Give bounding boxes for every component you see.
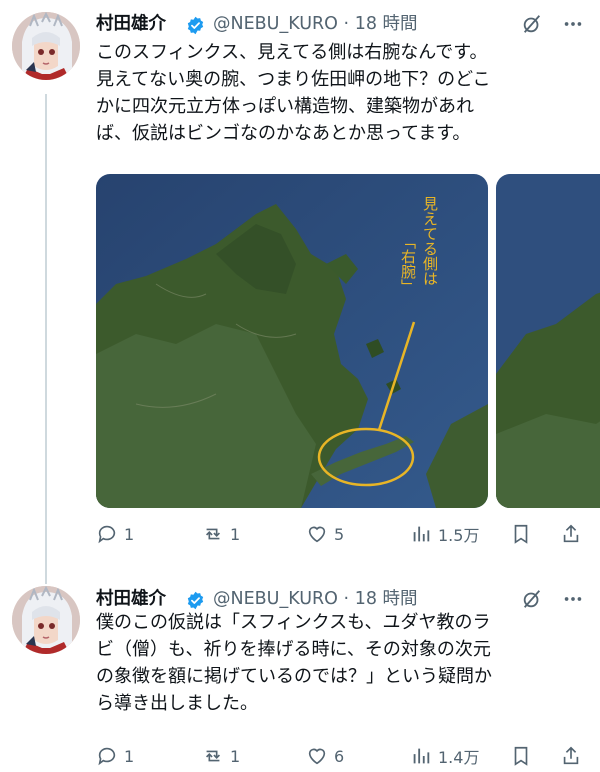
- share-button[interactable]: [560, 743, 582, 769]
- more-icon[interactable]: [562, 588, 584, 610]
- like-button[interactable]: 6: [306, 743, 344, 769]
- views-count: 1.4万: [438, 748, 480, 767]
- share-icon: [563, 524, 579, 543]
- tweet[interactable]: 村田雄介 @NEBU_KURO · 18 時間 このスフィンクス、見えてる側は右…: [0, 0, 600, 560]
- verified-badge-icon: [187, 16, 204, 35]
- bookmark-icon: [514, 746, 528, 766]
- bookmark-icon: [514, 524, 528, 544]
- map-image[interactable]: 見えてる側は 「右腕」: [96, 174, 488, 508]
- tweet[interactable]: 村田雄介 @NEBU_KURO · 18 時間 僕のこの仮説は「スフィンクスも、…: [0, 575, 600, 772]
- like-count: 5: [334, 524, 345, 544]
- grok-icon[interactable]: [521, 13, 543, 35]
- avatar[interactable]: [12, 586, 80, 654]
- views-icon: [413, 526, 430, 542]
- annotation-text: 「右腕」: [399, 234, 417, 294]
- tweet-text-line: 見えてない奥の腕、つまり佐田岬の地下？のどこ: [96, 69, 491, 90]
- retweet-button[interactable]: 1: [202, 743, 240, 769]
- views-button[interactable]: 1.4万: [410, 743, 479, 769]
- author-handle[interactable]: @NEBU_KURO: [213, 589, 338, 609]
- retweet-count: 1: [230, 746, 241, 766]
- tweet-text: このスフィンクス、見えてる側は右腕なんです。 見えてない奥の腕、つまり佐田岬の地…: [96, 39, 596, 147]
- tweet-actions: 1 1 6 1.4万: [96, 743, 596, 769]
- separator-dot: ·: [343, 14, 350, 34]
- reply-button[interactable]: 1: [96, 521, 134, 547]
- heart-icon: [308, 526, 326, 543]
- views-button[interactable]: 1.5万: [410, 521, 479, 547]
- share-icon: [563, 746, 579, 765]
- like-count: 6: [334, 746, 345, 766]
- author-name[interactable]: 村田雄介: [96, 13, 166, 35]
- retweet-button[interactable]: 1: [202, 521, 240, 547]
- views-count: 1.5万: [438, 526, 480, 545]
- tweet-actions: 1 1 5 1.5万: [96, 521, 596, 547]
- retweet-icon: [205, 528, 221, 540]
- retweet-icon: [205, 750, 221, 762]
- bookmark-button[interactable]: [510, 743, 532, 769]
- separator-dot: ·: [343, 589, 350, 609]
- map-image-2[interactable]: [496, 174, 600, 508]
- avatar[interactable]: [12, 12, 80, 80]
- tweet-text-line: ビ（僧）も、祈りを捧げる時に、その対象の次元: [96, 639, 491, 660]
- share-button[interactable]: [560, 521, 582, 547]
- reply-button[interactable]: 1: [96, 743, 134, 769]
- reply-count: 1: [124, 746, 135, 766]
- reply-icon: [98, 747, 116, 766]
- bookmark-button[interactable]: [510, 521, 532, 547]
- tweet-text-line: かに四次元立方体っぽい構造物、建築物があれ: [96, 96, 474, 117]
- retweet-count: 1: [230, 524, 241, 544]
- reply-icon: [98, 525, 116, 544]
- tweet-text: 僕のこの仮説は「スフィンクスも、ユダヤ教のラ ビ（僧）も、祈りを捧げる時に、その…: [96, 609, 596, 717]
- more-icon[interactable]: [562, 13, 584, 35]
- verified-badge-icon: [187, 591, 204, 610]
- author-handle[interactable]: @NEBU_KURO: [213, 14, 338, 34]
- tweet-text-line: 僕のこの仮説は「スフィンクスも、ユダヤ教のラ: [96, 612, 491, 633]
- tweet-text-line: の象徴を額に掲げているのでは？」という疑問か: [96, 666, 492, 687]
- like-button[interactable]: 5: [306, 521, 344, 547]
- author-name[interactable]: 村田雄介: [96, 588, 166, 610]
- annotation-text: 見えてる側は: [421, 196, 439, 286]
- timestamp[interactable]: 18 時間: [355, 589, 418, 609]
- views-icon: [413, 748, 430, 764]
- heart-icon: [308, 748, 326, 765]
- tweet-text-line: ば、仮説はビンゴなのかなあとか思ってます。: [96, 123, 471, 144]
- timestamp[interactable]: 18 時間: [355, 14, 418, 34]
- tweet-text-line: ら導き出しました。: [96, 693, 258, 714]
- tweet-text-line: このスフィンクス、見えてる側は右腕なんです。: [96, 42, 488, 63]
- reply-count: 1: [124, 524, 135, 544]
- grok-icon[interactable]: [521, 588, 543, 610]
